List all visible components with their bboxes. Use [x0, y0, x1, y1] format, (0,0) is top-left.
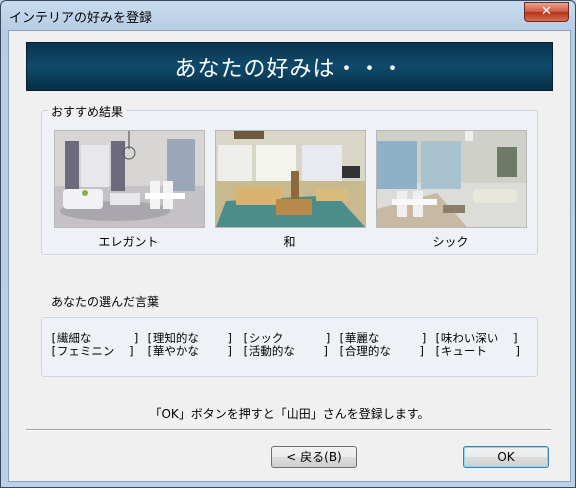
- elegant-label: エレガント: [98, 235, 159, 249]
- chic-label: シック: [432, 235, 469, 249]
- japanese-room-image[interactable]: [215, 130, 366, 228]
- confirmation-message: 「OK」ボタンを押すと「山田」さんを登録します。: [149, 407, 430, 421]
- result-banner: あなたの好みは・・・: [26, 42, 553, 91]
- ok-button[interactable]: OK: [463, 446, 549, 468]
- back-button[interactable]: < 戻る(B): [271, 446, 357, 468]
- word-item: [合理的な ]: [338, 344, 426, 358]
- chosen-words-panel: [繊細な ] [理知的な ] [シック ] [華麗な ] [味わい深い ] [フ…: [41, 317, 538, 377]
- recommend-group-label: おすすめ結果: [48, 103, 127, 120]
- chosen-words-label: あなたの選んだ言葉: [51, 295, 160, 309]
- word-item: [フェミニン ]: [50, 344, 136, 358]
- chic-room-image[interactable]: [376, 130, 527, 228]
- word-item: [キュート ]: [434, 344, 522, 358]
- window-title: インテリアの好みを登録: [9, 11, 153, 26]
- elegant-room-image[interactable]: [54, 130, 205, 228]
- dialog-client-area: あなたの好みは・・・ おすすめ結果 エレガント 和 シック あなたの選んだ言葉 …: [8, 30, 571, 482]
- title-bar: インテリアの好みを登録 ✕: [1, 1, 575, 29]
- close-button[interactable]: ✕: [524, 2, 569, 22]
- recommend-group: おすすめ結果 エレガント 和 シック: [41, 103, 538, 255]
- word-item: [活動的な ]: [242, 344, 330, 358]
- separator: [26, 429, 551, 431]
- dialog-window: インテリアの好みを登録 ✕ あなたの好みは・・・ おすすめ結果 エレガント 和 …: [0, 0, 576, 488]
- japanese-label: 和: [283, 235, 296, 249]
- word-item: [華やかな ]: [146, 344, 234, 358]
- banner-title: あなたの好みは・・・: [174, 57, 405, 82]
